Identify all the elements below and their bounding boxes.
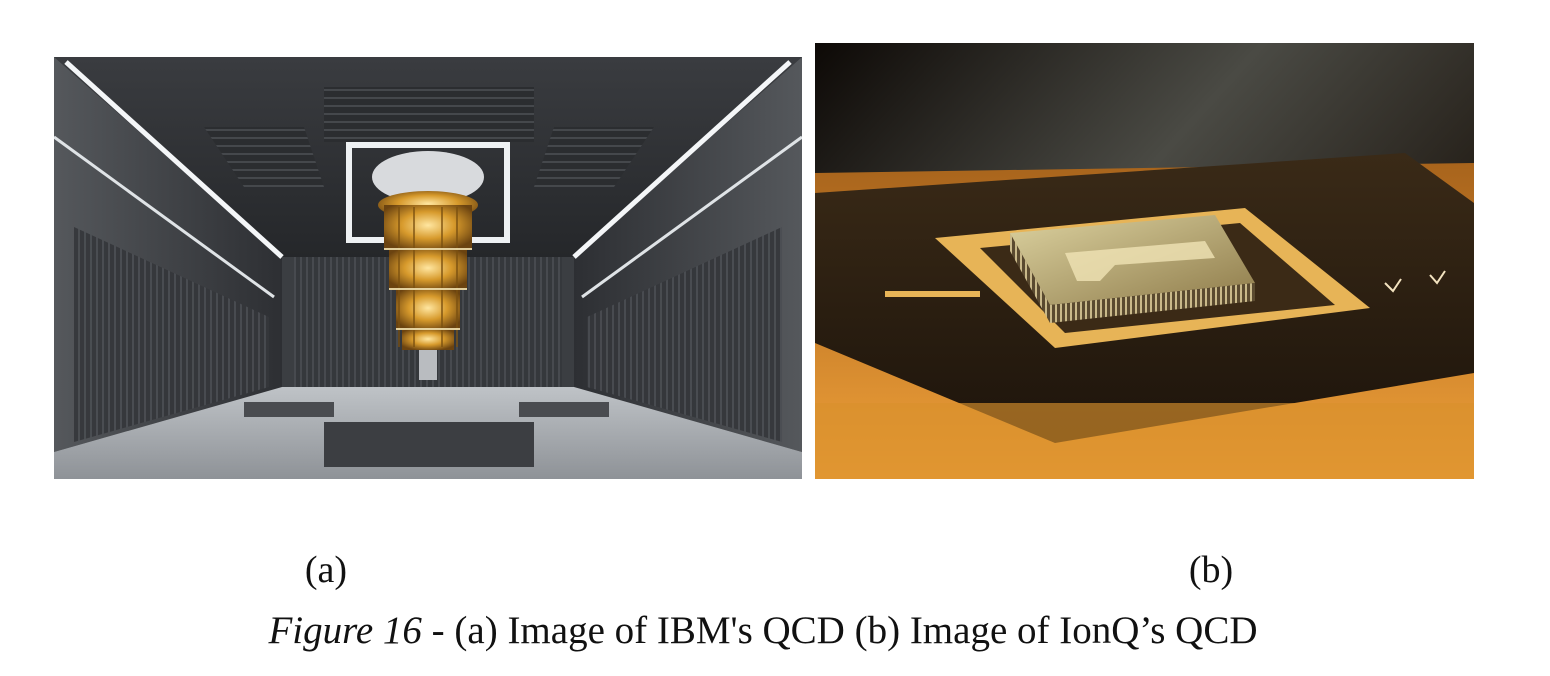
quantum-computer-room-icon <box>54 57 802 479</box>
subfigure-label-a: (a) <box>304 549 348 591</box>
ionq-qcd-photo <box>815 43 1474 479</box>
subfigure-label-b: (b) <box>1188 549 1234 591</box>
figure-caption: Figure 16 - (a) Image of IBM's QCD (b) I… <box>0 608 1526 654</box>
ibm-qcd-photo <box>54 57 802 479</box>
caption-text: - (a) Image of IBM's QCD (b) Image of Io… <box>421 609 1258 652</box>
figure-number: Figure 16 <box>268 609 422 652</box>
ion-trap-chip-icon <box>815 43 1474 479</box>
